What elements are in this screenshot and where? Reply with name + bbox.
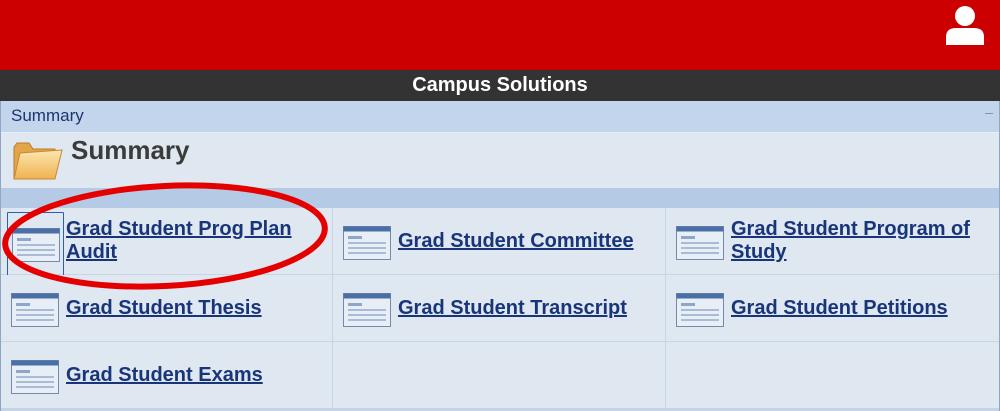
page-title: Summary [71,135,190,165]
page-icon[interactable] [676,293,724,327]
grid-cell: Grad Student Petitions [666,275,999,342]
grid-cell: Grad Student Committee [333,208,666,275]
summary-heading-row: Summary [1,132,999,188]
grid-cell: Grad Student Thesis [1,275,333,342]
link-transcript[interactable]: Grad Student Transcript [398,297,655,320]
page-icon[interactable] [11,360,59,394]
page-icon[interactable] [343,226,391,260]
grid-cell: Grad Student Program of Study [666,208,999,275]
app-title: Campus Solutions [412,74,588,96]
page-icon[interactable] [676,226,724,260]
section-divider [1,188,999,208]
grid-cell-empty [333,342,666,409]
folder-icon [13,142,63,180]
page-icon[interactable] [11,293,59,327]
grid-cell-empty [666,342,999,409]
user-profile-icon[interactable] [944,3,986,45]
link-grid: Grad Student Prog Plan Audit Grad Studen… [1,208,999,409]
link-committee[interactable]: Grad Student Committee [398,230,655,253]
page-icon[interactable] [7,212,64,278]
panel-header: Summary [1,101,999,132]
grid-cell: Grad Student Prog Plan Audit [1,208,333,278]
link-exams[interactable]: Grad Student Exams [66,364,322,387]
summary-panel: Summary Summary Grad Student Prog Plan A… [0,101,1000,411]
page-icon[interactable] [343,293,391,327]
grid-cell: Grad Student Transcript [333,275,666,342]
link-thesis[interactable]: Grad Student Thesis [66,297,322,320]
panel-header-label: Summary [11,106,84,125]
grid-cell: Grad Student Exams [1,342,333,409]
collapse-icon[interactable] [985,113,993,114]
link-program-of-study[interactable]: Grad Student Program of Study [731,218,989,264]
link-prog-plan-audit[interactable]: Grad Student Prog Plan Audit [66,218,322,264]
top-brand-bar [0,0,1000,70]
app-title-bar: Campus Solutions [0,70,1000,101]
link-petitions[interactable]: Grad Student Petitions [731,297,989,320]
